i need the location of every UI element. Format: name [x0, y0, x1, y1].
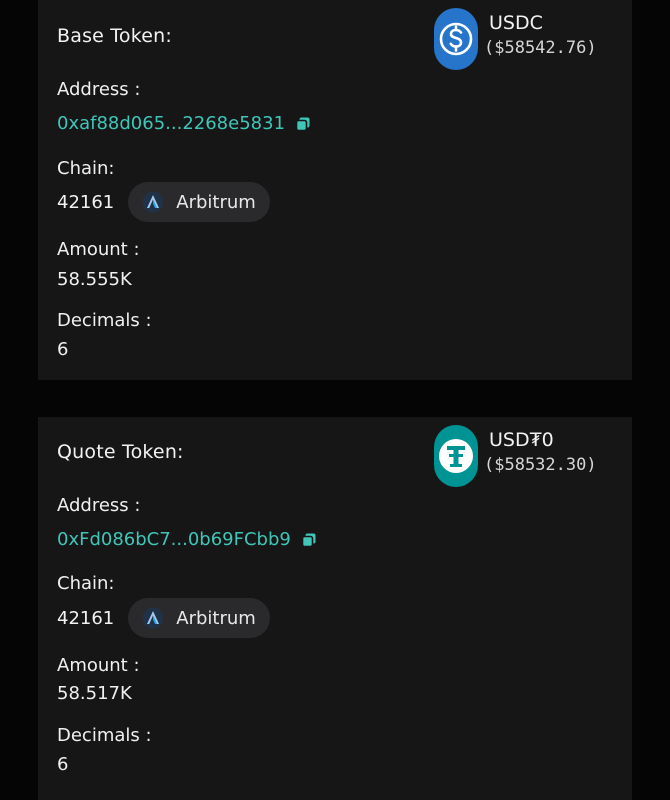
quote-token-card: Quote Token: USD₮0 ($58532.30) Address :… — [38, 417, 632, 800]
quote-amount-value: 58.517K — [57, 683, 132, 704]
base-amount-value: 58.555K — [57, 269, 132, 290]
base-token-title: Base Token: — [57, 25, 172, 47]
base-chain-name: Arbitrum — [176, 191, 256, 213]
quote-decimals-value: 6 — [57, 754, 69, 775]
copy-icon[interactable] — [295, 116, 311, 132]
base-decimals-value: 6 — [57, 339, 69, 360]
quote-chain-name: Arbitrum — [176, 607, 256, 629]
arbitrum-logo-icon — [142, 607, 164, 629]
base-amount-label: Amount : — [57, 239, 140, 260]
base-address-value[interactable]: 0xaf88d065...2268e5831 — [57, 113, 285, 134]
usdc-logo-icon — [434, 8, 478, 70]
base-chain-label: Chain: — [57, 158, 115, 179]
arbitrum-logo-icon — [142, 191, 164, 213]
quote-address-label: Address : — [57, 495, 141, 516]
base-chain-pill[interactable]: Arbitrum — [128, 182, 270, 222]
copy-icon[interactable] — [301, 532, 317, 548]
quote-chain-pill[interactable]: Arbitrum — [128, 598, 270, 638]
base-address-link[interactable]: 0xaf88d065...2268e5831 — [57, 113, 311, 134]
quote-address-link[interactable]: 0xFd086bC7...0b69FCbb9 — [57, 529, 317, 550]
quote-address-value[interactable]: 0xFd086bC7...0b69FCbb9 — [57, 529, 291, 550]
quote-token-symbol: USD₮0 — [489, 429, 554, 451]
base-chain-id: 42161 — [57, 191, 115, 213]
quote-decimals-label: Decimals : — [57, 725, 152, 746]
base-token-card: Base Token: USDC ($58542.76) Address : 0… — [38, 0, 632, 380]
base-decimals-label: Decimals : — [57, 310, 152, 331]
quote-token-title: Quote Token: — [57, 441, 184, 463]
page: Base Token: USDC ($58542.76) Address : 0… — [0, 0, 670, 800]
base-chain-row: 42161 Arbitrum — [57, 182, 270, 222]
base-token-symbol: USDC — [489, 12, 543, 34]
base-address-label: Address : — [57, 79, 141, 100]
quote-chain-id: 42161 — [57, 607, 115, 629]
quote-amount-label: Amount : — [57, 655, 140, 676]
base-token-price: ($58542.76) — [484, 38, 597, 58]
quote-chain-label: Chain: — [57, 573, 115, 594]
quote-token-price: ($58532.30) — [484, 455, 597, 475]
usdt0-logo-icon — [434, 425, 478, 487]
quote-chain-row: 42161 Arbitrum — [57, 598, 270, 638]
